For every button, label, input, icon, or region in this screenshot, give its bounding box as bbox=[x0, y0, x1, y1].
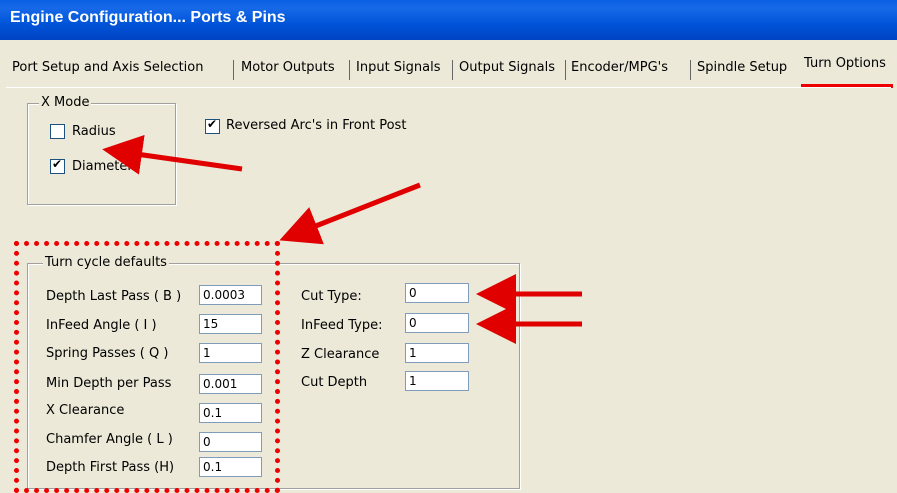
arrow-to-diameter bbox=[102, 135, 243, 175]
annotation-arrows bbox=[102, 135, 582, 344]
arrow-to-turn-cycle bbox=[279, 182, 421, 245]
